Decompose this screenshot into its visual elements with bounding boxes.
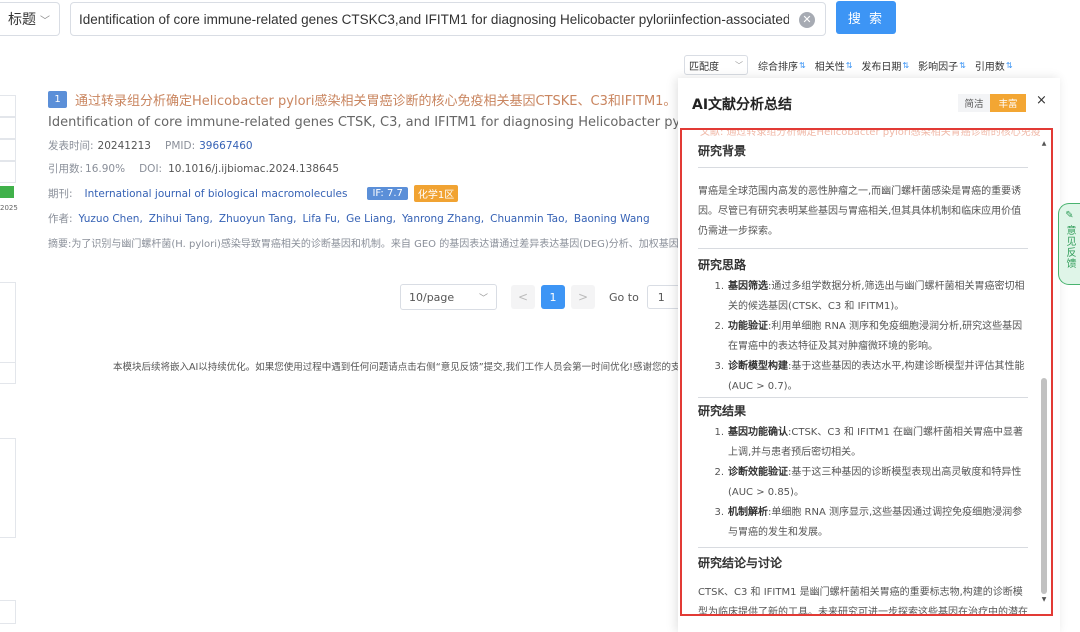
close-icon[interactable]: × xyxy=(1036,93,1047,108)
section-heading-results: 研究结果 xyxy=(698,404,747,418)
list-item: 1. 基因筛选:通过多组学数据分析,筛选出与幽门螺杆菌相关胃癌密切相关的候选基因(… xyxy=(714,281,1025,312)
match-select[interactable]: 匹配度 ﹀ xyxy=(684,55,748,75)
author-link[interactable]: Ge Liang, xyxy=(346,213,396,225)
section-divider xyxy=(698,547,1028,548)
scroll-up-icon[interactable]: ▲ xyxy=(1040,140,1048,147)
result-index-badge: 1 xyxy=(48,90,67,108)
list-item: 2. 功能验证:利用单细胞 RNA 测序和免疫细胞浸润分析,研究这些基因在胃癌中的… xyxy=(714,321,1023,352)
pmid-link[interactable]: 39667460 xyxy=(199,140,252,152)
approach-list: 1. 基因筛选:通过多组学数据分析,筛选出与幽门螺杆菌相关胃癌密切相关的候选基因(… xyxy=(698,277,1028,397)
result-meta-journal: 期刊: International journal of biological … xyxy=(48,185,678,202)
search-input[interactable] xyxy=(79,11,789,27)
impact-factor-badge: IF: 7.7 xyxy=(367,187,408,200)
faded-title-line: 文献: 通过转录组分析确定Helicobacter pylori感染相关胃癌诊断… xyxy=(700,128,1040,138)
author-link[interactable]: Zhihui Tang, xyxy=(149,213,213,225)
author-link[interactable]: Yanrong Zhang, xyxy=(402,213,484,225)
list-item: 2. 诊断效能验证:基于这三种基因的诊断模型表现出高灵敏度和特异性(AUC > 0… xyxy=(714,467,1022,498)
sort-bar: 匹配度 ﹀ 综合排序 ⇅ 相关性 ⇅ 发布日期 ⇅ 影响因子 ⇅ 引用数 ⇅ xyxy=(684,55,1022,75)
sort-arrows-icon: ⇅ xyxy=(1005,60,1013,70)
section-divider xyxy=(698,397,1028,398)
sort-arrows-icon: ⇅ xyxy=(902,60,910,70)
zone-badge: 化学1区 xyxy=(413,185,459,202)
chevron-down-icon: ﹀ xyxy=(40,15,50,27)
section-heading-approach: 研究思路 xyxy=(698,258,747,272)
pencil-icon: ✎ xyxy=(1065,210,1074,221)
author-link[interactable]: Yuzuo Chen, xyxy=(79,213,143,225)
pagination: 10/page ﹀ < 1 > Go to 1 xyxy=(400,284,687,310)
list-item: 1. 基因功能确认:CTSK、C3 和 IFITM1 在幽门螺杆菌相关胃癌中显著上… xyxy=(714,427,1023,458)
left-filter-fragment[interactable] xyxy=(0,117,16,139)
current-page-button[interactable]: 1 xyxy=(541,285,565,309)
panel-scrollbar[interactable]: ▲ ▼ xyxy=(1040,140,1048,604)
mode-switch: 简洁 丰富 xyxy=(958,94,1026,112)
cite-value: 16.90% xyxy=(85,162,126,175)
section-divider xyxy=(698,167,1028,168)
sort-date[interactable]: 发布日期 ⇅ xyxy=(861,58,909,73)
left-filter-fragment[interactable] xyxy=(0,95,16,117)
sort-comprehensive[interactable]: 综合排序 ⇅ xyxy=(758,58,806,73)
mode-simple-button[interactable]: 简洁 xyxy=(958,94,990,112)
left-panel-fragment xyxy=(0,438,16,538)
result-authors: 作者: Yuzuo Chen, Zhihui Tang, Zhuoyun Tan… xyxy=(48,212,650,226)
section-divider xyxy=(698,248,1028,249)
result-title-en[interactable]: Identification of core immune-related ge… xyxy=(48,115,680,130)
result-item: 1 通过转录组分析确定Helicobacter pylori感染相关胃癌诊断的核… xyxy=(48,90,680,250)
search-button[interactable]: 搜 索 xyxy=(836,1,896,34)
section-heading-background: 研究背景 xyxy=(698,144,747,158)
search-type-select[interactable]: 标题 ﹀ xyxy=(0,2,60,36)
sort-arrows-icon: ⇅ xyxy=(845,60,853,70)
list-item: 3. 机制解析:单细胞 RNA 测序显示,这些基因通过调控免疫细胞浸润参与胃癌的发… xyxy=(714,507,1023,538)
doi-value[interactable]: 10.1016/j.ijbiomac.2024.138645 xyxy=(168,163,339,175)
result-title-cn[interactable]: 通过转录组分析确定Helicobacter pylori感染相关胃癌诊断的核心免… xyxy=(75,90,676,109)
left-filter-fragment[interactable] xyxy=(0,139,16,161)
left-input-fragment[interactable] xyxy=(0,362,16,384)
search-box[interactable]: ✕ xyxy=(70,2,826,36)
feedback-tab[interactable]: ✎ 意见反馈 xyxy=(1058,203,1080,285)
results-list: 1. 基因功能确认:CTSK、C3 和 IFITM1 在幽门螺杆菌相关胃癌中显著上… xyxy=(698,423,1028,543)
sort-impact[interactable]: 影响因子 ⇅ xyxy=(918,58,966,73)
goto-label: Go to xyxy=(609,290,639,304)
sort-arrows-icon: ⇅ xyxy=(799,60,806,70)
next-page-button[interactable]: > xyxy=(571,285,595,309)
section-heading-conclusion: 研究结论与讨论 xyxy=(698,556,783,570)
result-abstract: 摘要:为了识别与幽门螺杆菌(H. pylori)感染导致胃癌相关的诊断基因和机制… xyxy=(48,239,680,250)
chevron-down-icon: ﹀ xyxy=(735,60,743,70)
year-histogram-bar xyxy=(0,186,14,198)
author-link[interactable]: Lifa Fu, xyxy=(302,213,340,225)
ai-panel-title: AI文献分析总结 xyxy=(692,97,793,113)
chevron-down-icon: ﹀ xyxy=(478,293,488,304)
search-type-label: 标题 xyxy=(8,12,36,28)
sort-relevance[interactable]: 相关性 ⇅ xyxy=(815,58,853,73)
scroll-down-icon[interactable]: ▼ xyxy=(1040,596,1048,603)
clear-icon[interactable]: ✕ xyxy=(799,12,815,28)
result-meta-pub: 发表时间: 20241213 PMID: 39667460 xyxy=(48,139,253,153)
author-link[interactable]: Zhuoyun Tang, xyxy=(219,213,297,225)
feedback-label: 意见反馈 xyxy=(1064,225,1075,269)
author-link[interactable]: Chuanmin Tao, xyxy=(490,213,568,225)
sort-arrows-icon: ⇅ xyxy=(959,60,966,70)
sort-citations[interactable]: 引用数 ⇅ xyxy=(975,58,1013,73)
scroll-thumb[interactable] xyxy=(1041,378,1047,594)
author-link[interactable]: Baoning Wang xyxy=(574,213,650,225)
match-select-value: 匹配度 xyxy=(689,61,719,73)
app-root: 标题 ﹀ ✕ 搜 索 匹配度 ﹀ 综合排序⇅ 相关性⇅ 发布日期⇅ 影响因子⇅ … xyxy=(0,0,1080,632)
section-text-conclusion: CTSK、C3 和 IFITM1 是幽门螺杆菌相关胃癌的重要标志物,构建的诊断模… xyxy=(698,587,1028,616)
prev-page-button[interactable]: < xyxy=(511,285,535,309)
pub-date: 20241213 xyxy=(97,139,151,152)
result-meta-cite: 引用数: 16.90% DOI: 10.1016/j.ijbiomac.2024… xyxy=(48,162,340,176)
ai-analysis-panel: AI文献分析总结 简洁 丰富 × 文献: 通过转录组分析确定Helicobact… xyxy=(678,78,1060,632)
footer-note: 本模块后续将嵌入AI以持续优化。如果您使用过程中遇到任何问题请点击右侧“意见反馈… xyxy=(113,362,683,373)
page-size-select[interactable]: 10/page ﹀ xyxy=(400,284,497,310)
highlight-frame: 文献: 通过转录组分析确定Helicobacter pylori感染相关胃癌诊断… xyxy=(680,128,1053,616)
left-input-fragment[interactable] xyxy=(0,600,16,624)
journal-link[interactable]: International journal of biological macr… xyxy=(85,188,348,200)
list-item: 3. 诊断模型构建:基于这些基因的表达水平,构建诊断模型并评估其性能(AUC > … xyxy=(714,361,1025,392)
section-text-background: 胃癌是全球范围内高发的恶性肿瘤之一,而幽门螺杆菌感染是胃癌的重要诱因。尽管已有研… xyxy=(698,186,1022,237)
mode-rich-button[interactable]: 丰富 xyxy=(990,94,1026,112)
left-filter-fragment[interactable] xyxy=(0,161,16,183)
ai-summary-content: 研究背景 胃癌是全球范围内高发的恶性肿瘤之一,而幽门螺杆菌感染是胃癌的重要诱因。… xyxy=(698,142,1028,616)
year-label: 2025 xyxy=(0,204,18,212)
